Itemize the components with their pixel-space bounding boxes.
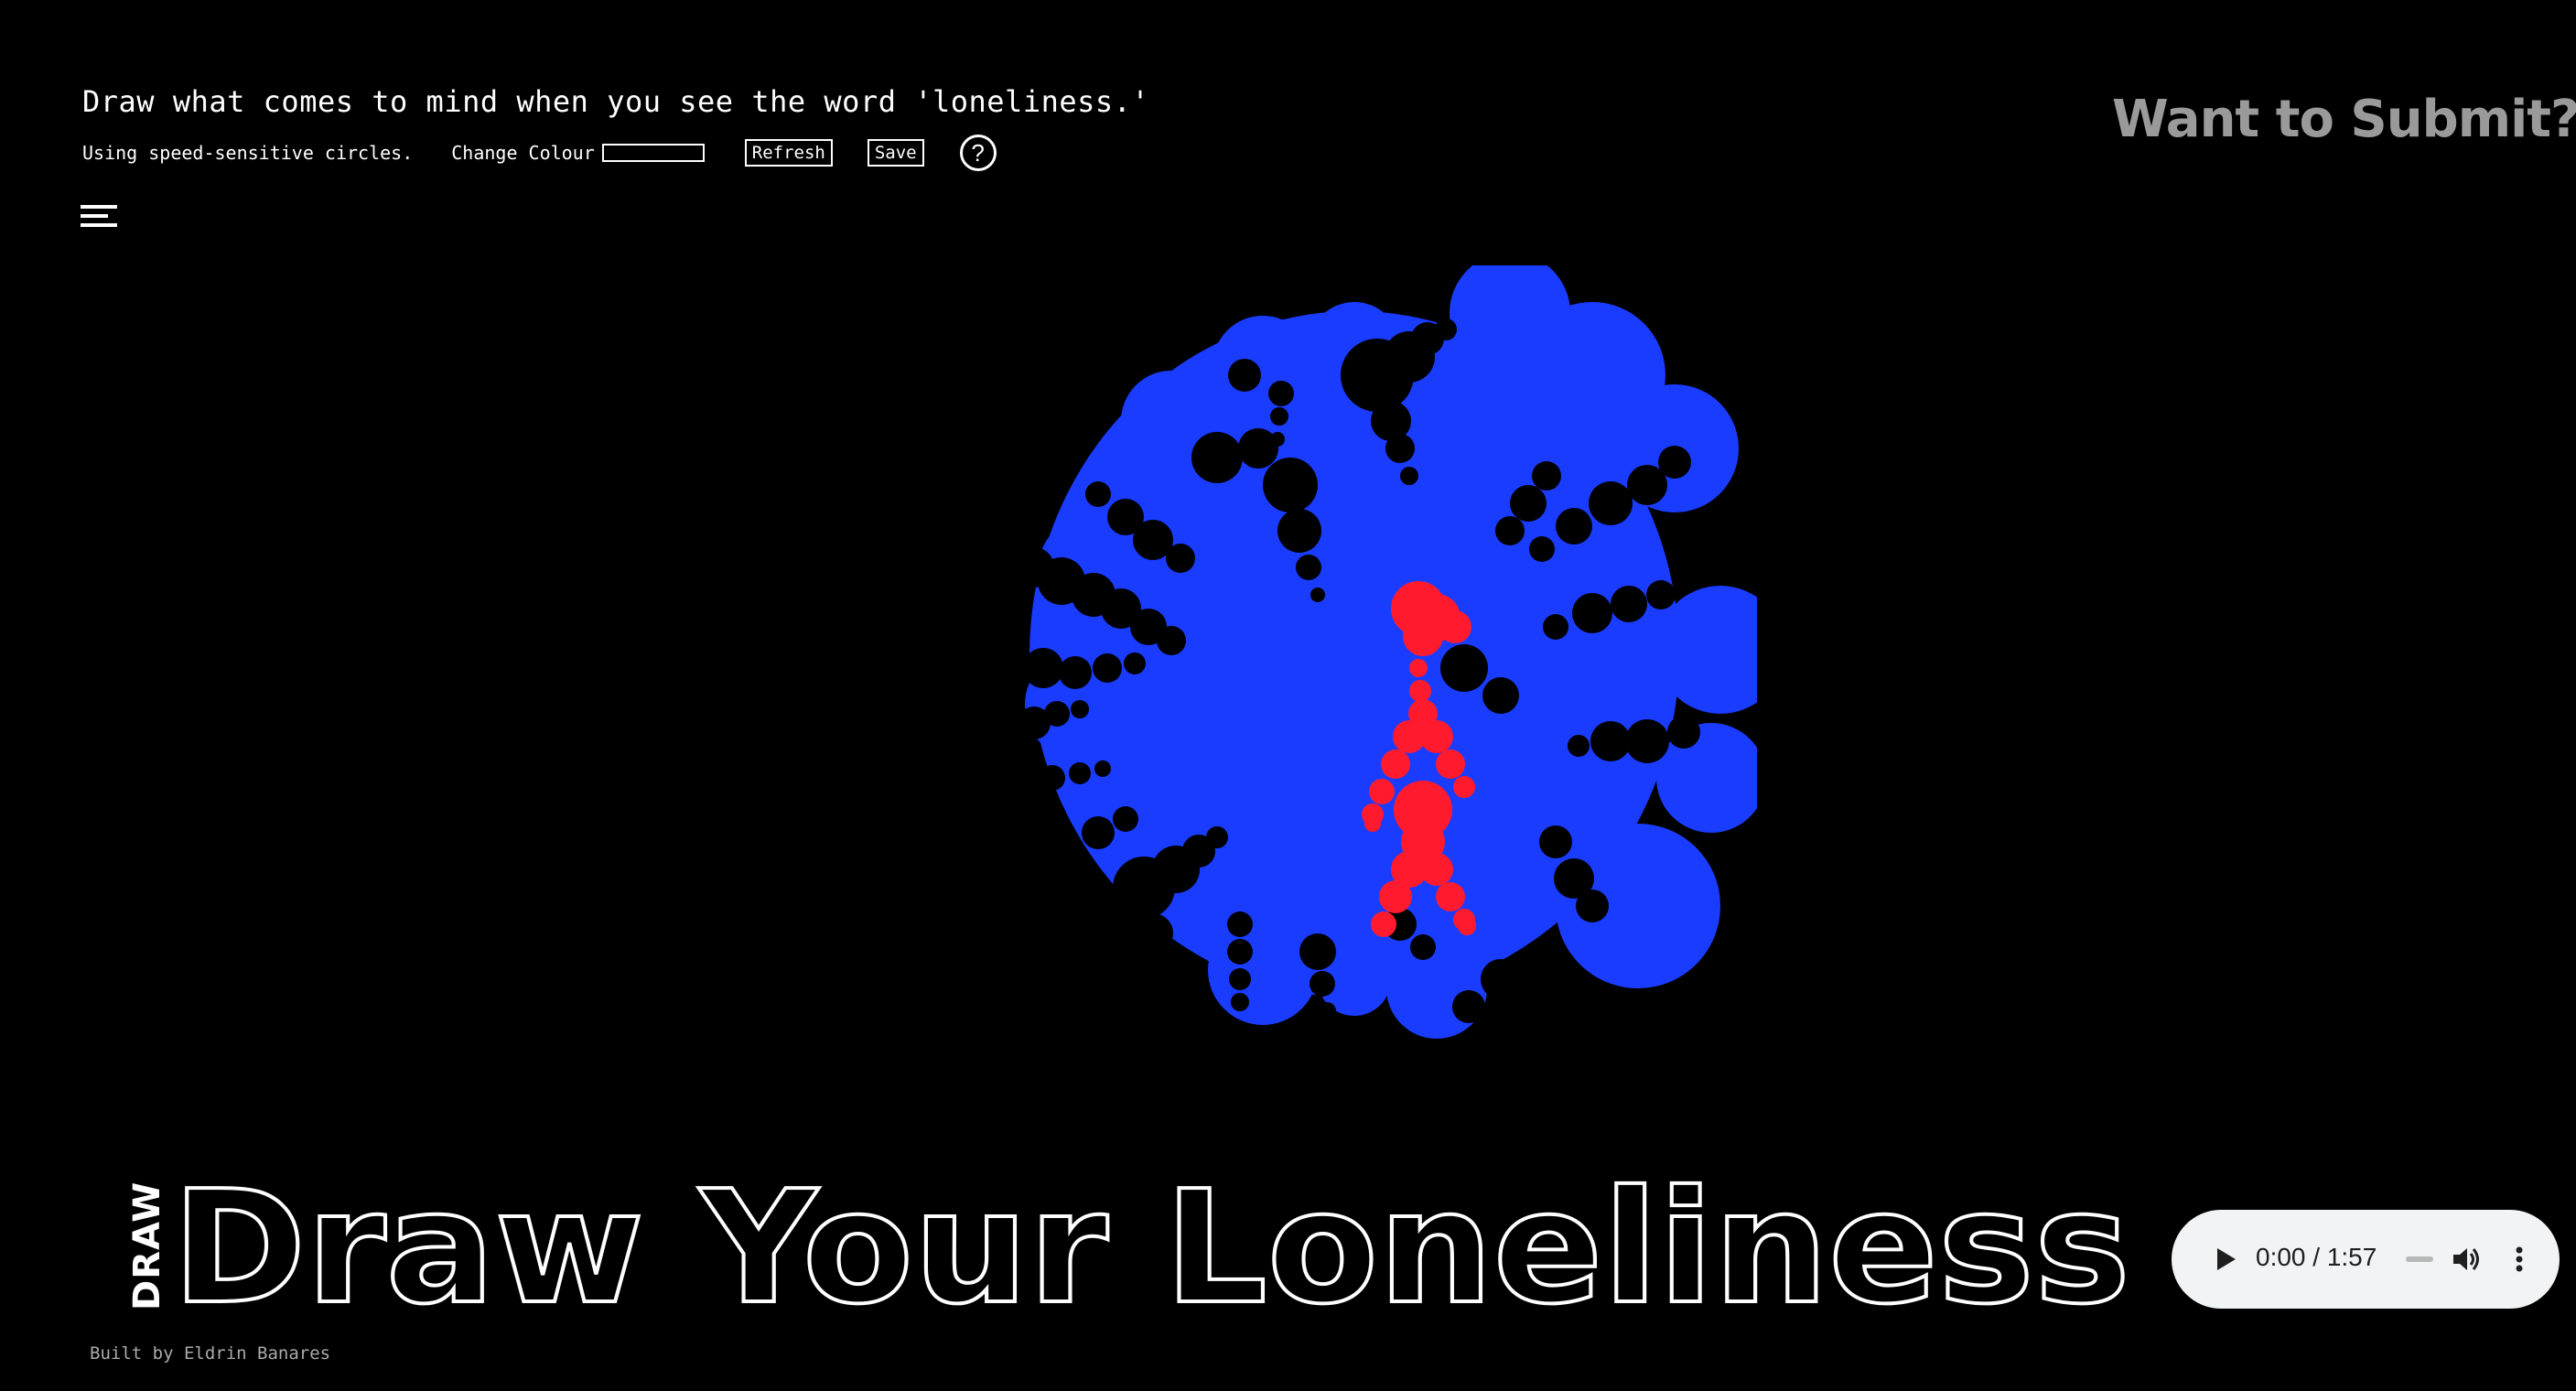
help-icon[interactable]: ? [959,135,997,171]
change-colour-label: Change Colour [451,142,595,164]
audio-time: 0:00 / 1:57 [2256,1243,2377,1271]
draw-side-label: DRAW [126,1181,168,1310]
want-to-submit-link[interactable]: Want to Submit? [2112,90,2576,149]
credit-text: Built by Eldrin Banares [90,1343,331,1364]
save-button[interactable]: Save [867,139,924,167]
big-title: Draw Your Loneliness [172,1162,2132,1327]
drawing-mode-text: Using speed-sensitive circles. [82,142,414,164]
drawing-canvas[interactable] [1007,253,1784,1089]
audio-player[interactable]: 0:00 / 1:57 [2172,1210,2560,1309]
menu-icon[interactable] [81,205,121,234]
play-icon[interactable] [2206,1241,2243,1278]
help-symbol: ? [971,138,985,167]
colour-picker-input[interactable] [601,144,705,162]
audio-progress-bar[interactable] [2406,1256,2433,1262]
more-options-icon[interactable] [2510,1241,2528,1278]
big-title-text: Draw Your Loneliness [172,1162,2130,1327]
prompt-text: Draw what comes to mind when you see the… [82,84,1150,119]
refresh-button[interactable]: Refresh [744,139,833,167]
drawing-artwork [1010,253,1784,1039]
toolbar: Using speed-sensitive circles. Change Co… [82,130,997,176]
volume-icon[interactable] [2448,1241,2484,1278]
